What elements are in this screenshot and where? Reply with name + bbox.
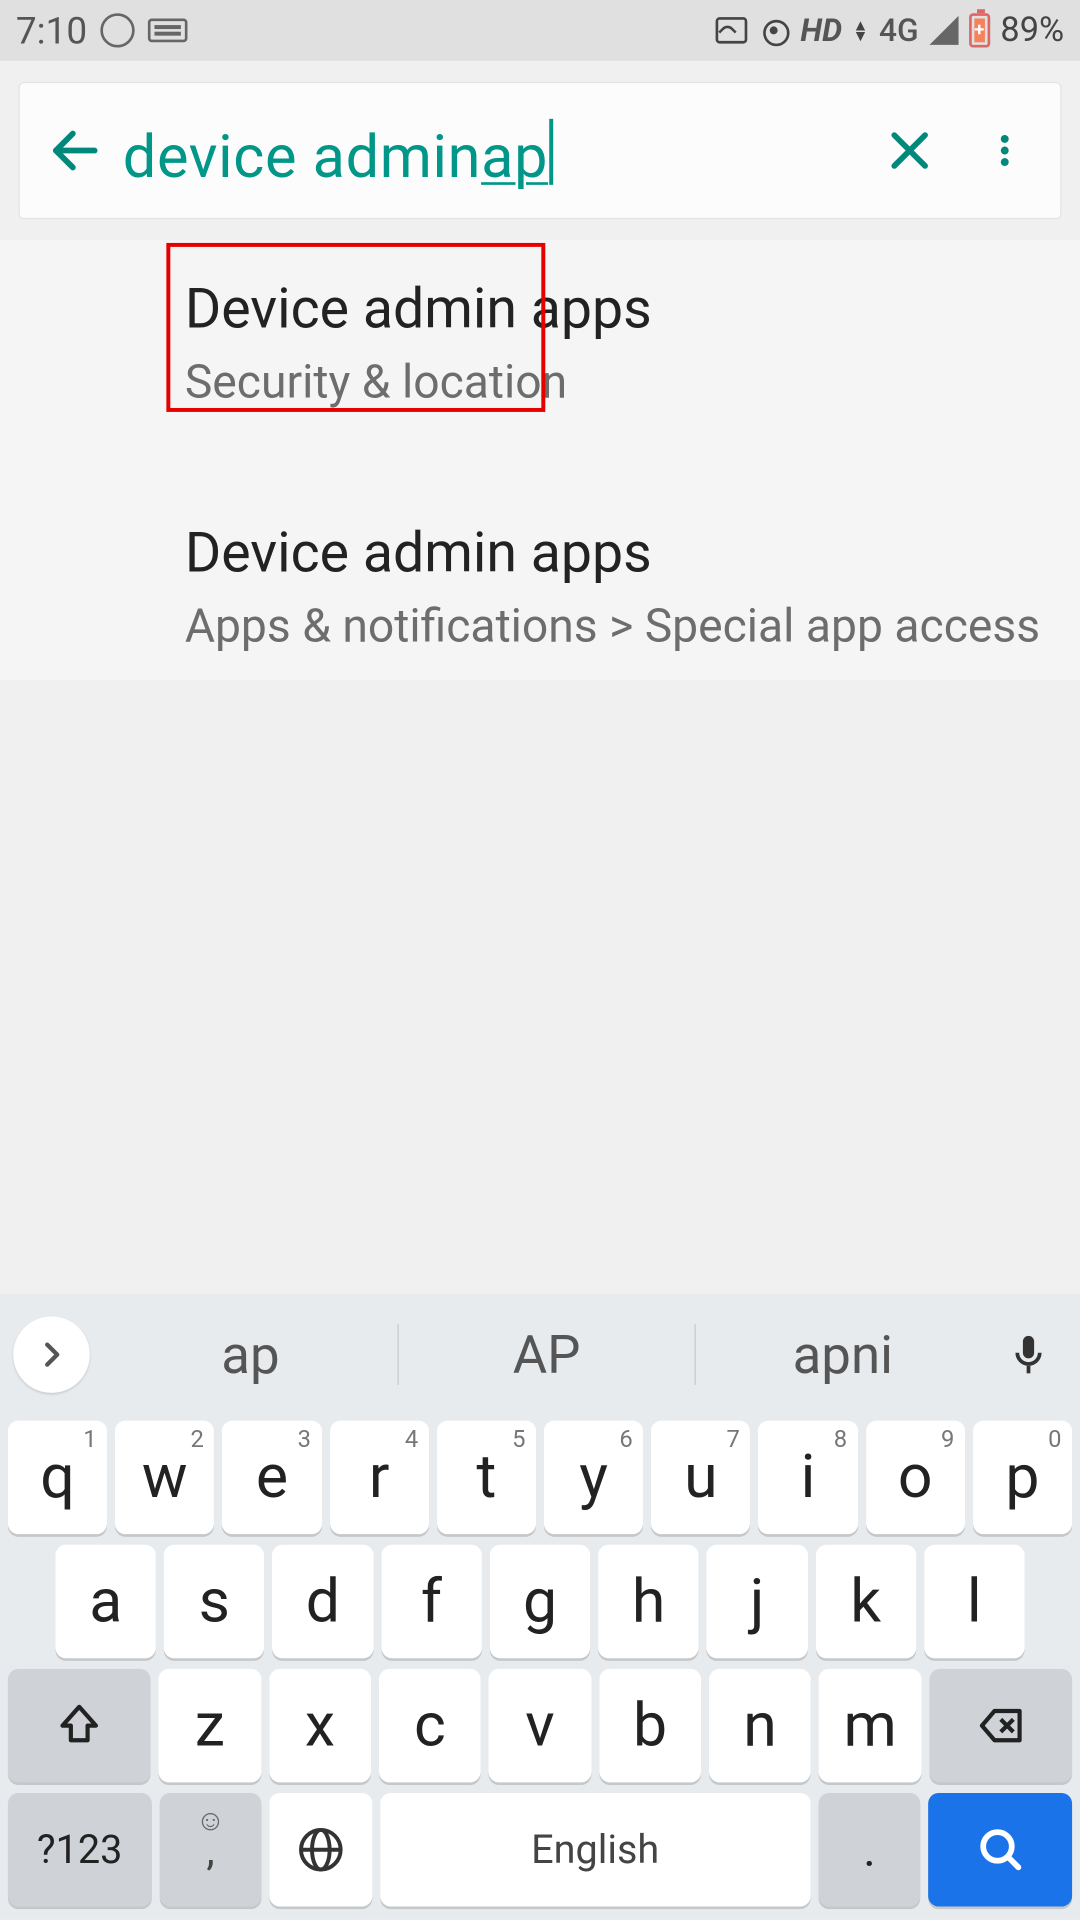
- suggestion-2[interactable]: AP: [399, 1324, 694, 1386]
- key-e[interactable]: e3: [222, 1421, 321, 1535]
- key-w[interactable]: w2: [115, 1421, 214, 1535]
- emoji-icon: ☺: [196, 1804, 226, 1838]
- suggestion-1[interactable]: ap: [103, 1324, 398, 1386]
- signal-icon: [929, 16, 958, 45]
- key-u[interactable]: u7: [651, 1421, 750, 1535]
- overflow-button[interactable]: [957, 103, 1052, 198]
- key-hint: 6: [619, 1426, 632, 1454]
- key-p[interactable]: p0: [973, 1421, 1072, 1535]
- key-g[interactable]: g: [490, 1545, 591, 1659]
- backspace-icon: [970, 1701, 1031, 1751]
- text-cursor: [549, 118, 553, 184]
- key-hint: 9: [941, 1426, 954, 1454]
- search-results: Device admin appsSecurity & locationDevi…: [0, 240, 1080, 680]
- key-d[interactable]: d: [273, 1545, 374, 1659]
- key-q[interactable]: q1: [8, 1421, 107, 1535]
- clear-button[interactable]: [862, 103, 957, 198]
- language-key[interactable]: [270, 1793, 372, 1907]
- suggestion-bar: ap AP apni: [0, 1294, 1080, 1415]
- result-title: Device admin apps: [185, 277, 1046, 342]
- result-subtitle: Security & location: [185, 353, 1046, 413]
- result-title: Device admin apps: [185, 521, 1046, 586]
- key-h[interactable]: h: [598, 1545, 699, 1659]
- key-hint: 3: [298, 1426, 311, 1454]
- shift-icon: [54, 1701, 104, 1751]
- data-arrows-icon: ▲▼: [853, 20, 869, 41]
- suggestion-3[interactable]: apni: [695, 1324, 990, 1386]
- search-key[interactable]: [929, 1793, 1072, 1907]
- close-icon: [883, 124, 936, 177]
- key-a[interactable]: a: [55, 1545, 156, 1659]
- network-label: 4G: [879, 12, 919, 49]
- search-input[interactable]: device admin ap: [123, 110, 862, 191]
- voice-input-button[interactable]: [990, 1316, 1067, 1393]
- key-j[interactable]: j: [707, 1545, 808, 1659]
- key-m[interactable]: m: [819, 1669, 921, 1783]
- mic-icon: [1006, 1328, 1051, 1381]
- key-i[interactable]: i8: [758, 1421, 857, 1535]
- key-n[interactable]: n: [709, 1669, 811, 1783]
- keyboard-row-1: q1w2e3r4t5y6u7i8o9p0: [0, 1415, 1080, 1539]
- key-hint: 1: [83, 1426, 96, 1454]
- cast-icon: [716, 17, 748, 43]
- chevron-right-icon: [34, 1337, 68, 1371]
- status-left: 7:10: [16, 9, 188, 53]
- shift-key[interactable]: [8, 1669, 151, 1783]
- key-hint: 0: [1048, 1426, 1061, 1454]
- status-right: HD ▲▼ 4G 89%: [716, 11, 1064, 51]
- emoji-key[interactable]: ☺ ,: [159, 1793, 261, 1907]
- search-bar: device admin ap: [18, 82, 1061, 219]
- key-v[interactable]: v: [489, 1669, 591, 1783]
- expand-suggestions-button[interactable]: [13, 1316, 90, 1393]
- key-k[interactable]: k: [815, 1545, 916, 1659]
- arrow-left-icon: [46, 121, 104, 179]
- backspace-key[interactable]: [929, 1669, 1072, 1783]
- hotspot-icon: [758, 15, 790, 47]
- space-key[interactable]: English: [380, 1793, 810, 1907]
- keyboard-indicator-icon: [148, 18, 188, 42]
- key-hint: 7: [727, 1426, 740, 1454]
- key-s[interactable]: s: [164, 1545, 265, 1659]
- keyboard-row-2: asdfghjkl: [0, 1539, 1080, 1663]
- key-t[interactable]: t5: [437, 1421, 536, 1535]
- key-z[interactable]: z: [159, 1669, 261, 1783]
- key-y[interactable]: y6: [544, 1421, 643, 1535]
- key-b[interactable]: b: [599, 1669, 701, 1783]
- hd-indicator: HD: [800, 12, 842, 49]
- key-x[interactable]: x: [269, 1669, 371, 1783]
- back-button[interactable]: [28, 103, 123, 198]
- globe-icon: [294, 1823, 347, 1876]
- key-l[interactable]: l: [924, 1545, 1025, 1659]
- search-result-2[interactable]: Device admin apps Apps & notifications > …: [0, 497, 1080, 680]
- key-hint: 5: [512, 1426, 525, 1454]
- key-hint: 4: [405, 1426, 418, 1454]
- status-circle-icon: [100, 13, 134, 47]
- battery-icon: [969, 13, 990, 47]
- keyboard-row-3: zxcvbnm: [0, 1664, 1080, 1788]
- battery-percent: 89%: [1000, 11, 1064, 51]
- soft-keyboard: ap AP apni q1w2e3r4t5y6u7i8o9p0 asdfghjk…: [0, 1294, 1080, 1920]
- key-r[interactable]: r4: [330, 1421, 429, 1535]
- search-icon: [974, 1823, 1027, 1876]
- search-result-1[interactable]: Device admin apps Security & location: [0, 253, 1080, 436]
- status-time: 7:10: [16, 9, 87, 53]
- key-c[interactable]: c: [379, 1669, 481, 1783]
- status-bar: 7:10 HD ▲▼ 4G 89%: [0, 0, 1080, 61]
- result-subtitle: Apps & notifications > Special app acces…: [185, 596, 1046, 656]
- search-input-text: device admin: [123, 121, 481, 191]
- period-key[interactable]: .: [818, 1793, 920, 1907]
- key-o[interactable]: o9: [866, 1421, 965, 1535]
- symbols-key[interactable]: ?123: [8, 1793, 151, 1907]
- search-input-composing: ap: [481, 121, 548, 191]
- key-f[interactable]: f: [381, 1545, 482, 1659]
- key-hint: 2: [190, 1426, 203, 1454]
- more-vert-icon: [985, 125, 1025, 175]
- keyboard-row-4: ?123 ☺ , English .: [0, 1788, 1080, 1912]
- key-hint: 8: [834, 1426, 847, 1454]
